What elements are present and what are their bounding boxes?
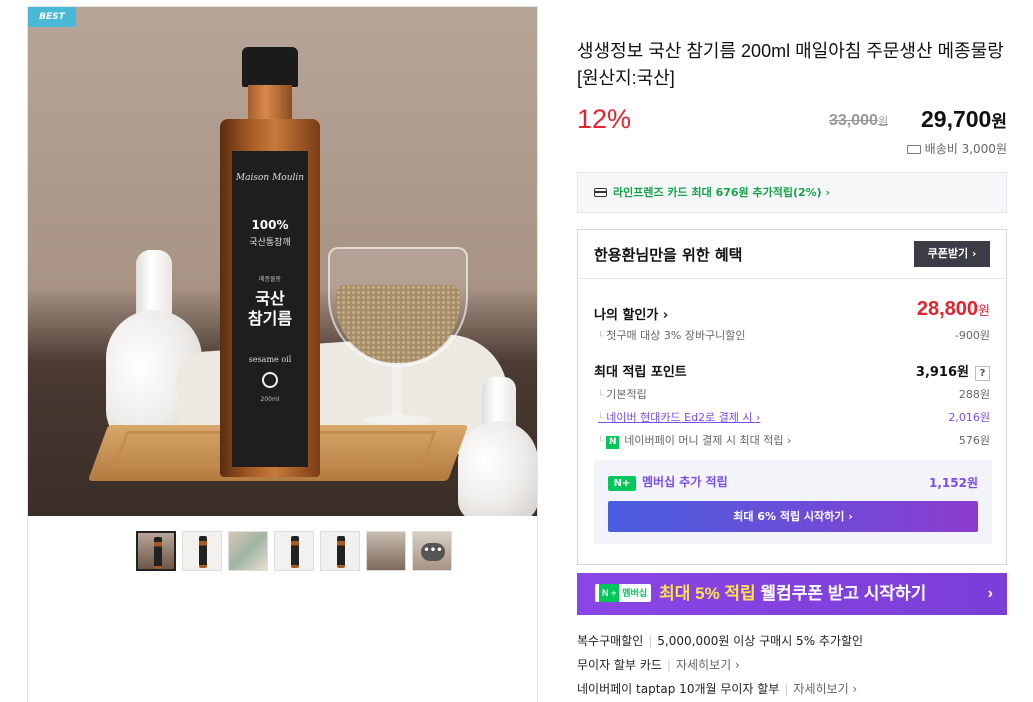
interest-free-card: 무이자 할부 카드 | 자세히보기 › xyxy=(577,658,740,672)
first-buy-label: 첫구매 대상 3% 장바구니할인 xyxy=(598,327,745,343)
shipping-fee: 배송비 3,000원 xyxy=(906,140,1007,157)
label-big-2: 참기름 xyxy=(247,309,293,328)
membership-badge: N + 멤버십 xyxy=(595,583,652,602)
card-points-link[interactable]: 네이버 현대카드 Ed2로 결제 시 › xyxy=(598,409,760,425)
vase-right-decoration xyxy=(458,377,537,516)
thumbnail-5[interactable] xyxy=(320,531,360,571)
interest-free-detail-link[interactable]: 자세히보기 › xyxy=(676,658,740,672)
basic-points-label: 기본적립 xyxy=(598,386,646,402)
chevron-right-icon: › xyxy=(987,585,993,602)
thumbnail-4[interactable] xyxy=(274,531,314,571)
my-price: 28,800원 xyxy=(916,298,990,320)
benefit-panel: 한용환님만을 위한 혜택 쿠폰받기 › 나의 할인가 › 28,800원 첫구매… xyxy=(577,229,1007,565)
npay-installment-detail-link[interactable]: 자세히보기 › xyxy=(793,682,857,696)
bottle-label: Maison Moulin 100% 국산통참깨 메종물랑 국산 참기름 ses… xyxy=(232,151,308,467)
label-tiny: 메종물랑 xyxy=(258,276,282,283)
oil-bottle: Maison Moulin 100% 국산통참깨 메종물랑 국산 참기름 ses… xyxy=(220,47,320,477)
benefit-title: 한용환님만을 위한 혜택 xyxy=(594,246,743,264)
label-small: 국산통참깨 xyxy=(249,238,291,248)
npay-icon: N xyxy=(606,436,620,449)
label-big-1: 국산 xyxy=(255,289,285,308)
basic-points-value: 288원 xyxy=(958,388,990,401)
thumbnail-6[interactable] xyxy=(366,531,406,571)
truck-icon xyxy=(906,145,921,154)
card-points-value: 2,016원 xyxy=(948,411,990,424)
main-product-image[interactable]: BEST Maison Moulin 100% 국산통참깨 메종물랑 국산 참기… xyxy=(28,7,537,516)
more-icon: ••• xyxy=(421,543,445,561)
points-label: 최대 적립 포인트 xyxy=(594,365,687,380)
multi-buy-discount: 복수구매할인 | 5,000,000원 이상 구매시 5% 추가할인 xyxy=(577,634,864,648)
thumbnail-2[interactable] xyxy=(182,531,222,571)
label-brand: Maison Moulin xyxy=(235,173,305,183)
thumbnail-1[interactable] xyxy=(136,531,176,571)
thumbnail-3[interactable] xyxy=(228,531,268,571)
label-pct: 100% xyxy=(251,218,289,232)
thumbnail-more[interactable]: ••• xyxy=(412,531,452,571)
thumbnail-strip: ••• xyxy=(136,531,452,571)
card-offer-link[interactable]: 라인프렌즈 카드 최대 676원 추가적립(2%) › xyxy=(577,172,1007,213)
membership-start-button[interactable]: 최대 6% 적립 시작하기 › xyxy=(608,501,978,532)
points-value: 3,916원? xyxy=(916,361,990,381)
credit-card-icon xyxy=(594,188,607,197)
first-buy-value: -900원 xyxy=(954,329,990,342)
npay-points-value: 576원 xyxy=(958,434,990,447)
original-price: 33,000원 xyxy=(829,112,889,129)
coupon-button[interactable]: 쿠폰받기 › xyxy=(914,241,990,267)
my-price-link[interactable]: 나의 할인가 › xyxy=(594,304,668,323)
npay-installment: 네이버페이 taptap 10개월 무이자 할부 | 자세히보기 › xyxy=(577,682,858,696)
product-gallery: BEST Maison Moulin 100% 국산통참깨 메종물랑 국산 참기… xyxy=(27,6,538,702)
membership-promo-banner[interactable]: N + 멤버십 최대 5% 적립 웰컴쿠폰 받고 시작하기 › xyxy=(577,573,1007,615)
label-volume: 200ml xyxy=(260,396,280,403)
best-badge: BEST xyxy=(28,7,76,27)
moon-icon xyxy=(262,372,278,388)
discount-rate: 12% xyxy=(577,104,632,134)
help-icon[interactable]: ? xyxy=(975,366,990,381)
membership-value: 1,152원 xyxy=(929,476,978,490)
npay-points-link[interactable]: N네이버페이 머니 결제 시 최대 적립 › xyxy=(598,432,791,449)
product-title: 생생정보 국산 참기름 200ml 매일아침 주문생산 메종물랑 [원산지:국산… xyxy=(577,41,1004,88)
label-oil: sesame oil xyxy=(248,355,292,364)
membership-box: N+ 멤버십 추가 적립 1,152원 최대 6% 적립 시작하기 › xyxy=(594,460,992,544)
glass-with-seeds xyxy=(328,247,468,447)
sale-price: 29,700원 xyxy=(921,106,1007,132)
naver-plus-icon: N+ xyxy=(608,476,636,491)
